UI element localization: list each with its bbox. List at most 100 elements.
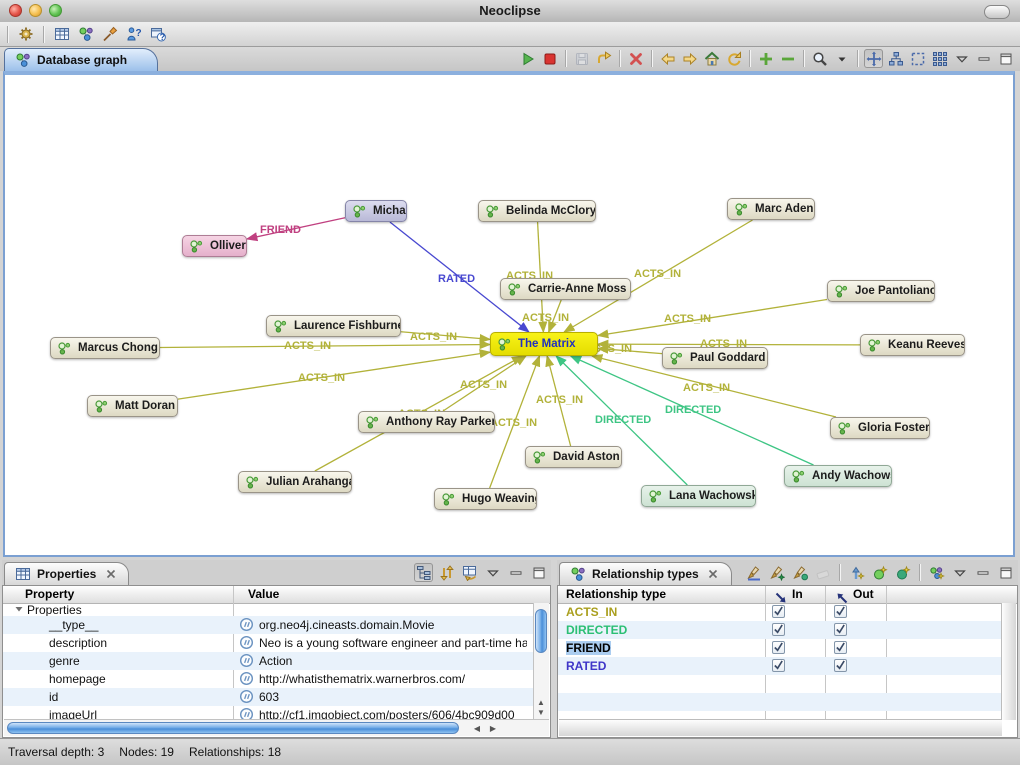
tab-database-graph[interactable]: Database graph [4,48,158,71]
graph-node-andy[interactable]: Andy Wachowski [784,465,892,487]
property-row-description[interactable]: descriptionNeo is a young software engin… [3,634,534,652]
close-window-button[interactable] [9,4,22,17]
relationship-row-directed[interactable]: DIRECTED [558,621,1002,639]
run-icon[interactable] [518,49,537,68]
column-out[interactable]: Out [853,587,874,601]
scrollbar-thumb[interactable] [535,609,547,653]
zoom-window-button[interactable] [49,4,62,17]
property-row-id[interactable]: id603 [3,688,534,706]
out-checkbox[interactable] [834,605,847,618]
minimize-icon[interactable] [974,49,993,68]
relationship-row-rated[interactable]: RATED [558,657,1002,675]
maximize-icon[interactable] [996,49,1015,68]
graph-node-hugo[interactable]: Hugo Weaving [434,488,537,510]
tab-relationship-types[interactable]: Relationship types [559,562,732,585]
graph-node-keanu[interactable]: Keanu Reeves [860,334,965,356]
brush-add-icon[interactable] [767,563,786,582]
property-row-imageUrl[interactable]: imageUrlhttp://cf1.imgobject.com/posters… [3,706,534,720]
close-icon[interactable] [704,565,723,584]
revert-icon[interactable] [594,49,613,68]
graph-node-joe[interactable]: Joe Pantoliano [827,280,935,302]
tab-properties[interactable]: Properties [4,562,129,585]
minimize-icon[interactable] [973,563,992,582]
graph-node-marcus[interactable]: Marcus Chong [50,337,160,359]
layout-move-icon[interactable] [864,49,883,68]
relationship-row-friend[interactable]: FRIEND [558,639,1002,657]
scroll-up-arrow[interactable]: ▲ [534,698,548,708]
graph-node-marc-aden[interactable]: Marc Aden [727,198,815,220]
view-menu-icon[interactable] [483,563,502,582]
magnifier-icon[interactable] [810,49,829,68]
help-person-icon[interactable]: ? [124,25,143,44]
brush-icon[interactable] [100,25,119,44]
graph-node-gloria[interactable]: Gloria Foster [830,417,930,439]
layout-tree-icon[interactable] [886,49,905,68]
close-icon[interactable] [101,565,120,584]
view-menu-icon[interactable] [952,49,971,68]
column-value[interactable]: Value [248,587,279,601]
delete-icon[interactable] [626,49,645,68]
graph-node-matrix[interactable]: The Matrix [490,332,598,356]
node-add-icon[interactable] [870,563,889,582]
properties-category-row[interactable]: Properties [3,603,534,616]
edge-acts_in-joe[interactable] [598,299,827,335]
gear-icon[interactable] [16,25,35,44]
column-relationship-type[interactable]: Relationship type [566,587,666,601]
refresh-icon[interactable] [724,49,743,68]
view-menu-icon[interactable] [950,563,969,582]
properties-vertical-scrollbar[interactable]: ▲ ▼ [533,603,549,720]
in-checkbox[interactable] [772,623,785,636]
property-row-genre[interactable]: genreAction [3,652,534,670]
eraser-icon[interactable] [813,563,832,582]
scroll-down-arrow[interactable]: ▼ [534,708,548,718]
dropdown-icon[interactable] [832,49,851,68]
brush-refresh-icon[interactable] [790,563,809,582]
property-row-__type__[interactable]: __type__org.neo4j.cineasts.domain.Movie [3,616,534,634]
graph-canvas[interactable]: ACTS_INACTS_INACTS_INACTS_INACTS_INACTS_… [3,71,1015,557]
home-icon[interactable] [702,49,721,68]
graph-node-olliver[interactable]: Olliver [182,235,247,257]
tree-mode-icon[interactable] [414,563,433,582]
maximize-icon[interactable] [996,563,1015,582]
toolbar-toggle-button[interactable] [984,5,1010,19]
relationship-row-acts_in[interactable]: ACTS_IN [558,603,1002,621]
graph-node-david[interactable]: David Aston [525,446,622,468]
relationship-vertical-scrollbar[interactable] [1001,603,1016,720]
sort-icon[interactable] [437,563,456,582]
out-checkbox[interactable] [834,623,847,636]
scrollbar-thumb[interactable] [7,722,459,734]
scroll-right-arrow[interactable]: ▶ [486,724,500,734]
help-window-icon[interactable]: ? [148,25,167,44]
graph-node-anthony[interactable]: Anthony Ray Parker [358,411,495,433]
in-checkbox[interactable] [772,641,785,654]
zoom-in-icon[interactable] [756,49,775,68]
graph-star-icon[interactable] [927,563,946,582]
minimize-window-button[interactable] [29,4,42,17]
graph-node-micha[interactable]: Micha [345,200,407,222]
back-icon[interactable] [658,49,677,68]
column-in[interactable]: In [792,587,803,601]
out-checkbox[interactable] [834,641,847,654]
out-checkbox[interactable] [834,659,847,672]
layout-free-icon[interactable] [908,49,927,68]
property-row-homepage[interactable]: homepagehttp://whatisthematrix.warnerbro… [3,670,534,688]
in-checkbox[interactable] [772,605,785,618]
graph-node-carrie[interactable]: Carrie-Anne Moss [500,278,631,300]
layout-grid-icon[interactable] [930,49,949,68]
graph-node-matt[interactable]: Matt Doran [87,395,178,417]
node-add2-icon[interactable] [893,563,912,582]
relationship-horizontal-scrollbar[interactable] [559,719,1002,736]
arrow-up-star-icon[interactable] [847,563,866,582]
minimize-icon[interactable] [506,563,525,582]
column-property[interactable]: Property [25,587,74,601]
restore-table-icon[interactable] [460,563,479,582]
zoom-out-icon[interactable] [778,49,797,68]
graph-node-belinda[interactable]: Belinda McClory [478,200,596,222]
graph-nodes-icon[interactable] [76,25,95,44]
forward-icon[interactable] [680,49,699,68]
in-checkbox[interactable] [772,659,785,672]
graph-node-laurence[interactable]: Laurence Fishburne [266,315,401,337]
stop-icon[interactable] [540,49,559,68]
graph-node-lana[interactable]: Lana Wachowski [641,485,756,507]
brush-line-icon[interactable] [744,563,763,582]
